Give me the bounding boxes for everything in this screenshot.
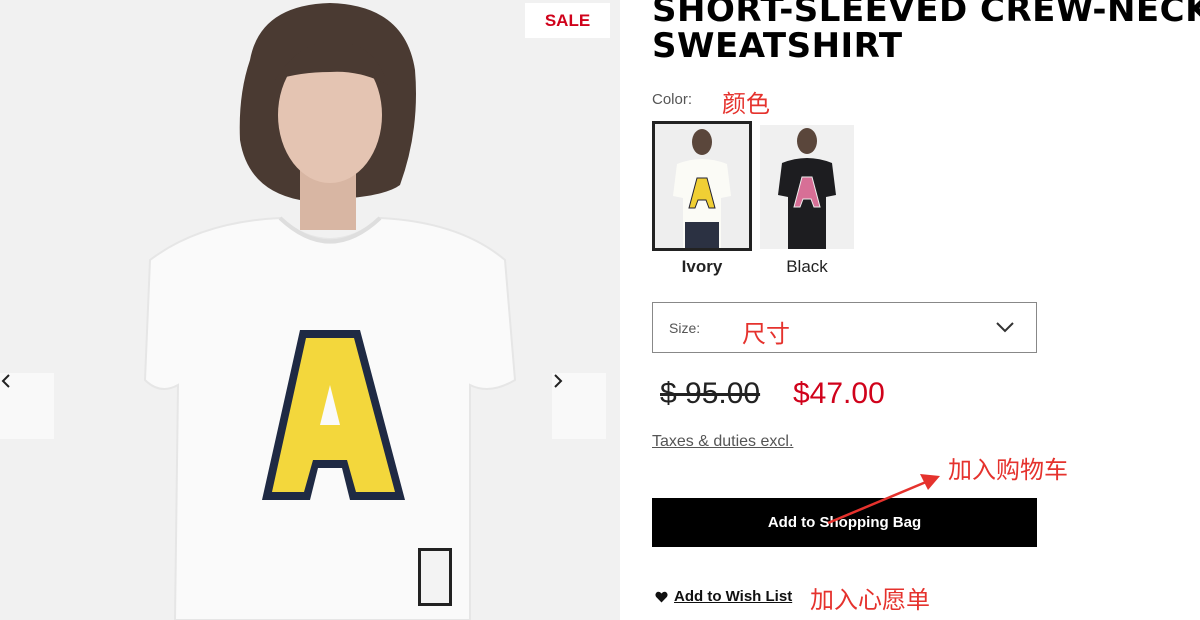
product-photo: [143, 3, 517, 620]
sale-price: $47.00: [793, 377, 885, 410]
sale-badge: SALE: [525, 3, 610, 38]
heart-icon: [655, 591, 668, 602]
wishlist-annotation: 加入心愿单: [810, 586, 930, 614]
size-label: Size:: [669, 320, 701, 336]
color-option-ivory-label: Ivory: [681, 257, 723, 276]
product-title-line-1: SHORT-SLEEVED CREW-NECK: [652, 0, 1200, 30]
previous-image-button[interactable]: [0, 373, 54, 439]
add-to-wish-list-link[interactable]: Add to Wish List: [655, 588, 792, 605]
chevron-right-icon: [554, 374, 563, 388]
ivory-thumbnail: [655, 124, 749, 248]
color-option-black-label: Black: [786, 257, 828, 276]
color-annotation: 颜色: [722, 90, 770, 118]
wish-list-label: Add to Wish List: [674, 588, 793, 605]
original-price: $ 95.00: [660, 377, 761, 410]
taxes-duties-link[interactable]: Taxes & duties excl.: [652, 433, 793, 451]
product-title-line-2: SWEATSHIRT: [652, 26, 903, 66]
black-thumbnail: [760, 125, 854, 249]
product-image-gallery: SALE: [0, 0, 620, 620]
color-swatch-black[interactable]: [760, 125, 854, 249]
chevron-down-icon: [996, 322, 1014, 333]
size-annotation: 尺寸: [742, 320, 790, 348]
chevron-left-icon: [1, 374, 10, 388]
color-label: Color:: [652, 91, 693, 108]
add-to-shopping-bag-button[interactable]: Add to Shopping Bag: [652, 498, 1037, 547]
cart-annotation: 加入购物车: [948, 456, 1068, 484]
color-swatch-ivory[interactable]: [652, 121, 752, 251]
next-image-button[interactable]: [552, 373, 606, 439]
product-title: SHORT-SLEEVED CREW-NECK SWEATSHIRT: [652, 0, 1200, 64]
size-select[interactable]: Size:: [652, 302, 1037, 353]
